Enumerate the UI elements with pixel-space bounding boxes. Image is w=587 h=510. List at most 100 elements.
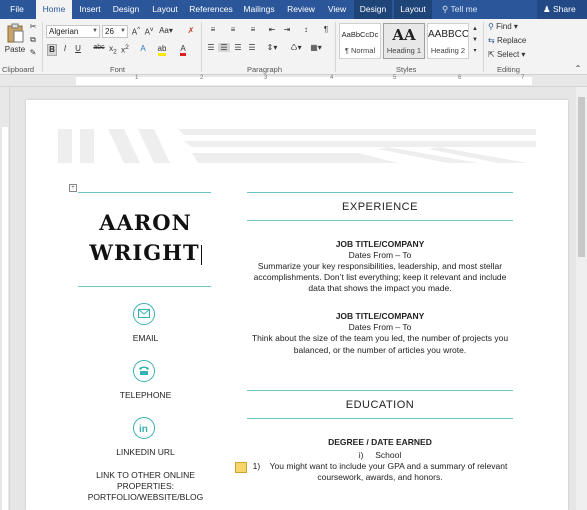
subscript-icon[interactable]: x2: [108, 44, 118, 56]
font-size-value: 26: [105, 27, 114, 36]
styles-group-label: Styles: [396, 65, 417, 74]
line-spacing-icon[interactable]: ⇕▾: [264, 43, 280, 52]
divider-line: [78, 192, 211, 193]
education-desc-text: You might want to include your GPA and a…: [269, 461, 508, 471]
tab-file[interactable]: File: [3, 0, 31, 19]
superscript-icon[interactable]: x2: [120, 44, 130, 55]
other-links-line-1[interactable]: LINK TO OTHER ONLINE: [78, 470, 213, 480]
cursor-icon: ⇱: [488, 50, 495, 59]
tab-table-design[interactable]: Design: [354, 0, 392, 19]
scrollbar-thumb[interactable]: [578, 97, 585, 257]
other-links-line-2[interactable]: PROPERTIES:: [78, 481, 213, 491]
linkedin-label[interactable]: LINKEDIN URL: [78, 447, 213, 457]
last-name[interactable]: WRIGHT: [78, 240, 213, 265]
job1-description[interactable]: accomplishments. Don’t list everything; …: [247, 272, 513, 283]
job1-description[interactable]: Summarize your key responsibilities, lea…: [247, 261, 513, 272]
cut-icon[interactable]: ✂: [28, 22, 38, 31]
sort-icon[interactable]: ↕: [300, 25, 312, 34]
highlight-icon[interactable]: ab: [155, 44, 169, 56]
numbering-icon[interactable]: ≡: [226, 25, 240, 34]
tab-design[interactable]: Design: [110, 0, 142, 19]
grow-font-icon[interactable]: A^: [130, 26, 142, 37]
styles-scroll-icon[interactable]: ▲ ▼ ▾: [471, 24, 479, 57]
job2-description[interactable]: balanced, or the number of articles you …: [247, 345, 513, 356]
group-divider: [201, 22, 202, 72]
find-button[interactable]: ⚲ Find ▾: [488, 22, 538, 31]
job2-dates[interactable]: Dates From – To: [247, 322, 513, 333]
clear-formatting-icon[interactable]: ✗: [186, 26, 196, 35]
person-icon: ♟: [543, 4, 551, 14]
tab-layout[interactable]: Layout: [148, 0, 182, 19]
copy-icon[interactable]: ⧉: [28, 35, 38, 45]
borders-icon[interactable]: ▦▾: [308, 43, 324, 52]
style-heading-1[interactable]: AA Heading 1: [383, 23, 425, 59]
justify-icon[interactable]: ☰: [246, 43, 258, 52]
share-button[interactable]: ♟ Share: [537, 0, 587, 19]
select-button[interactable]: ⇱ Select ▾: [488, 50, 538, 59]
increase-indent-icon[interactable]: ⇥: [281, 25, 293, 34]
align-center-icon[interactable]: ☰: [218, 43, 230, 52]
other-links-line-3[interactable]: PORTFOLIO/WEBSITE/BLOG: [78, 492, 213, 502]
tab-mailings[interactable]: Mailings: [240, 0, 278, 19]
text-effects-icon[interactable]: A: [137, 44, 149, 53]
change-case-icon[interactable]: Aa▾: [158, 26, 174, 35]
replace-icon: ⇆: [488, 36, 495, 45]
tab-insert[interactable]: Insert: [75, 0, 105, 19]
align-right-icon[interactable]: ☰: [232, 43, 244, 52]
font-color-icon[interactable]: A: [177, 44, 189, 56]
first-name[interactable]: AARON: [78, 210, 213, 235]
tab-review[interactable]: Review: [284, 0, 318, 19]
align-left-icon[interactable]: ☰: [205, 43, 217, 52]
education-number: 1): [252, 461, 261, 471]
job2-title[interactable]: JOB TITLE/COMPANY: [247, 311, 513, 322]
shrink-font-icon[interactable]: Av: [143, 26, 155, 37]
multilevel-list-icon[interactable]: ≡: [246, 25, 260, 34]
education-description[interactable]: 1) You might want to include your GPA an…: [237, 461, 523, 472]
replace-button[interactable]: ⇆ Replace: [488, 36, 538, 45]
school-line[interactable]: i) School: [247, 450, 513, 461]
paste-options-icon[interactable]: [235, 462, 247, 473]
vertical-ruler[interactable]: [0, 87, 10, 510]
shading-icon[interactable]: ♺▾: [288, 43, 304, 52]
ruler-text-area: [2, 127, 8, 510]
show-marks-icon[interactable]: ¶: [320, 25, 332, 34]
table-move-icon[interactable]: +: [69, 184, 77, 192]
tab-table-layout[interactable]: Layout: [394, 0, 432, 19]
bold-button[interactable]: B: [47, 44, 57, 56]
collapse-ribbon-icon[interactable]: ⌃: [573, 64, 583, 73]
horizontal-ruler[interactable]: 1 2 3 4 5 6 7: [0, 75, 587, 87]
job2-description[interactable]: Think about the size of the team you led…: [247, 333, 513, 344]
document-page[interactable]: + AARON WRIGHT EMAIL TELEPHONE in LINKED…: [26, 100, 568, 510]
tab-references[interactable]: References: [188, 0, 234, 19]
header-pattern-graphic: [58, 129, 536, 163]
font-size-combo[interactable]: 26 ▼: [102, 25, 128, 38]
divider-line: [78, 286, 211, 287]
strikethrough-button[interactable]: abc: [92, 44, 106, 51]
group-divider: [335, 22, 336, 72]
style-normal[interactable]: AaBbCcDc ¶ Normal: [339, 23, 381, 59]
tab-home[interactable]: Home: [36, 0, 72, 19]
job1-dates[interactable]: Dates From – To: [247, 250, 513, 261]
style-heading-2[interactable]: AABBCC Heading 2: [427, 23, 469, 59]
decrease-indent-icon[interactable]: ⇤: [266, 25, 278, 34]
paste-button[interactable]: Paste: [4, 23, 26, 59]
degree-title[interactable]: DEGREE / DATE EARNED: [247, 437, 513, 448]
tell-me-box[interactable]: ⚲ Tell me: [442, 0, 477, 19]
chevron-down-icon: ▼: [120, 28, 126, 34]
email-label[interactable]: EMAIL: [78, 333, 213, 343]
font-name-combo[interactable]: Algerian ▼: [46, 25, 100, 38]
job1-title[interactable]: JOB TITLE/COMPANY: [247, 239, 513, 250]
linkedin-icon: in: [139, 424, 148, 433]
job1-description[interactable]: data that shows the impact you made.: [247, 283, 513, 294]
vertical-scrollbar[interactable]: [576, 87, 587, 510]
bullets-icon[interactable]: ≡: [206, 25, 220, 34]
education-heading[interactable]: EDUCATION: [247, 399, 513, 411]
style-normal-sample: AaBbCcDc: [341, 30, 379, 39]
experience-heading[interactable]: EXPERIENCE: [247, 201, 513, 213]
format-painter-icon[interactable]: ✎: [28, 48, 38, 57]
underline-button[interactable]: U: [73, 44, 83, 53]
italic-button[interactable]: I: [60, 44, 70, 53]
education-description[interactable]: coursework, awards, and honors.: [247, 472, 513, 483]
telephone-label[interactable]: TELEPHONE: [78, 390, 213, 400]
tab-view[interactable]: View: [323, 0, 351, 19]
